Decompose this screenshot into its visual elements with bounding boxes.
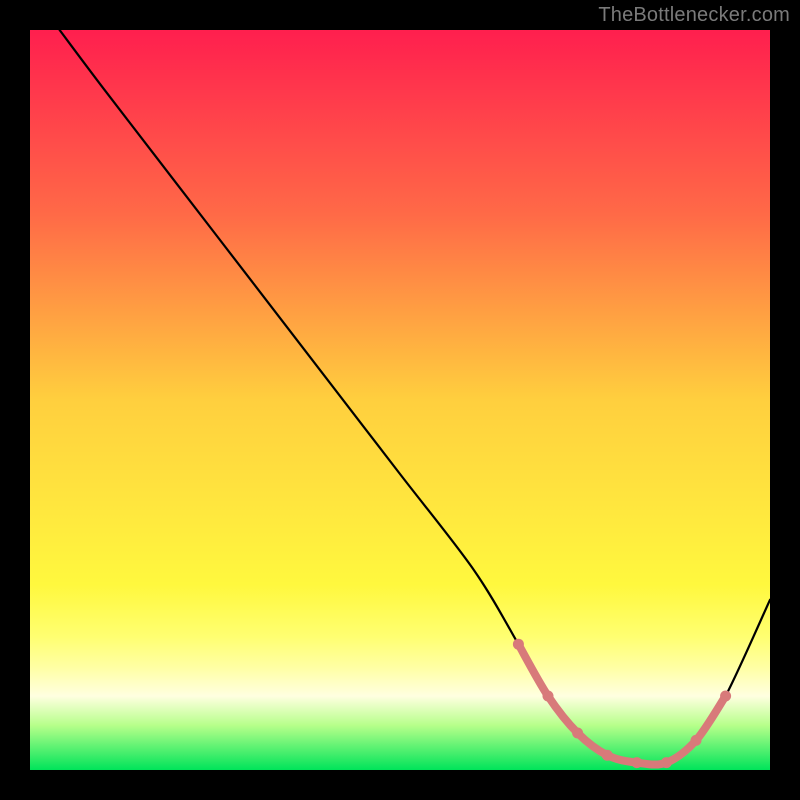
chart-background: [30, 30, 770, 770]
attribution-text: TheBottlenecker.com: [598, 4, 790, 27]
flat-marker-dot: [720, 691, 731, 702]
chart-stage: TheBottlenecker.com: [0, 0, 800, 800]
flat-marker-dot: [602, 750, 613, 761]
flat-marker-dot: [572, 728, 583, 739]
flat-marker-dot: [631, 757, 642, 768]
flat-marker-dot: [661, 757, 672, 768]
flat-marker-dot: [691, 735, 702, 746]
flat-marker-dot: [513, 639, 524, 650]
flat-marker-dot: [543, 691, 554, 702]
bottleneck-chart: [30, 30, 770, 770]
